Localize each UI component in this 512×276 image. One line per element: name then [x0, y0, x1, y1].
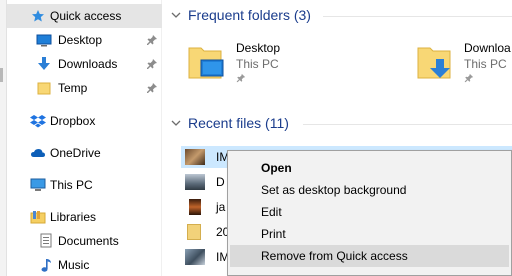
file-name: ja: [216, 200, 226, 214]
computer-icon: [30, 177, 46, 193]
cloud-icon: [30, 145, 46, 161]
photo-thumbnail-icon: [185, 174, 205, 190]
desktop-icon: [36, 32, 52, 48]
menu-item-label: Set as desktop background: [261, 183, 407, 197]
star-icon: [30, 8, 46, 24]
pin-icon[interactable]: [146, 34, 158, 46]
menu-item-label: Remove from Quick access: [261, 249, 408, 263]
sidebar-item-this-pc[interactable]: This PC: [7, 173, 162, 197]
sidebar-item-dropbox[interactable]: Dropbox: [7, 109, 162, 133]
sidebar-item-temp[interactable]: Temp: [7, 76, 162, 100]
frequent-folder-desktop[interactable]: Desktop This PC: [187, 40, 367, 86]
sidebar-item-downloads[interactable]: Downloads: [7, 52, 162, 76]
pin-icon[interactable]: [146, 58, 158, 70]
menu-item-label: Open: [261, 161, 292, 175]
group-title: Frequent folders (3): [188, 7, 311, 23]
music-icon: [38, 257, 54, 273]
navigation-pane: Quick access Desktop Downloads Temp Drop…: [0, 0, 162, 276]
sidebar-item-label: Temp: [58, 81, 88, 95]
sidebar-item-label: OneDrive: [50, 146, 101, 160]
file-name: D: [216, 175, 225, 189]
sidebar-item-desktop[interactable]: Desktop: [7, 28, 162, 52]
sidebar-item-music[interactable]: Music: [7, 253, 162, 276]
photo-thumbnail-icon: [185, 149, 205, 165]
documents-icon: [38, 233, 54, 249]
pin-icon: [236, 73, 246, 83]
photo-thumbnail-icon: [185, 249, 205, 265]
file-thumbnail-icon: [187, 224, 201, 240]
sidebar-item-label: Music: [58, 258, 90, 272]
sidebar-item-documents[interactable]: Documents: [7, 229, 162, 253]
dropbox-icon: [30, 113, 46, 129]
folder-name: Downloa: [464, 41, 511, 55]
menu-item-label: Edit: [261, 205, 282, 219]
menu-item-remove-from-quick-access[interactable]: Remove from Quick access: [230, 245, 509, 267]
chevron-down-icon: [171, 120, 181, 126]
pin-icon[interactable]: [146, 82, 158, 94]
menu-item-edit[interactable]: Edit: [230, 201, 509, 223]
menu-item-print[interactable]: Print: [230, 223, 509, 245]
pin-icon: [464, 73, 474, 83]
sidebar-item-label: Desktop: [58, 33, 103, 47]
menu-item-set-desktop-background[interactable]: Set as desktop background: [230, 179, 509, 201]
sidebar-item-label: This PC: [50, 178, 93, 192]
frequent-folder-downloads[interactable]: Downloa This PC: [416, 40, 512, 86]
download-arrow-icon: [36, 56, 52, 72]
group-divider: [323, 16, 512, 17]
edge-marker: [0, 68, 3, 82]
sidebar-item-onedrive[interactable]: OneDrive: [7, 141, 162, 165]
group-title: Recent files (11): [188, 115, 289, 131]
sidebar-item-libraries[interactable]: Libraries: [7, 205, 162, 229]
sidebar-item-label: Downloads: [58, 57, 118, 71]
context-menu: Open Set as desktop background Edit Prin…: [227, 150, 512, 276]
folder-location: This PC: [464, 57, 507, 71]
menu-item-open[interactable]: Open: [230, 157, 509, 179]
sidebar-item-label: Documents: [58, 234, 119, 248]
libraries-icon: [30, 209, 46, 225]
folder-location: This PC: [236, 57, 279, 71]
group-divider: [303, 124, 512, 125]
folder-icon: [36, 80, 52, 96]
frequent-folders-header[interactable]: Frequent folders (3): [171, 7, 311, 23]
menu-item-label: Print: [261, 227, 286, 241]
downloads-folder-icon: [417, 47, 451, 79]
photo-thumbnail-icon: [189, 199, 201, 215]
sidebar-item-quick-access[interactable]: Quick access: [7, 4, 162, 28]
sidebar-item-label: Dropbox: [50, 114, 96, 128]
sidebar-item-label: Libraries: [50, 210, 97, 224]
folder-name: Desktop: [236, 41, 281, 55]
desktop-folder-icon: [188, 47, 224, 79]
pane-edge: [0, 0, 7, 276]
sidebar-item-label: Quick access: [50, 9, 122, 23]
chevron-down-icon: [171, 12, 181, 18]
recent-files-header[interactable]: Recent files (11): [171, 115, 289, 131]
